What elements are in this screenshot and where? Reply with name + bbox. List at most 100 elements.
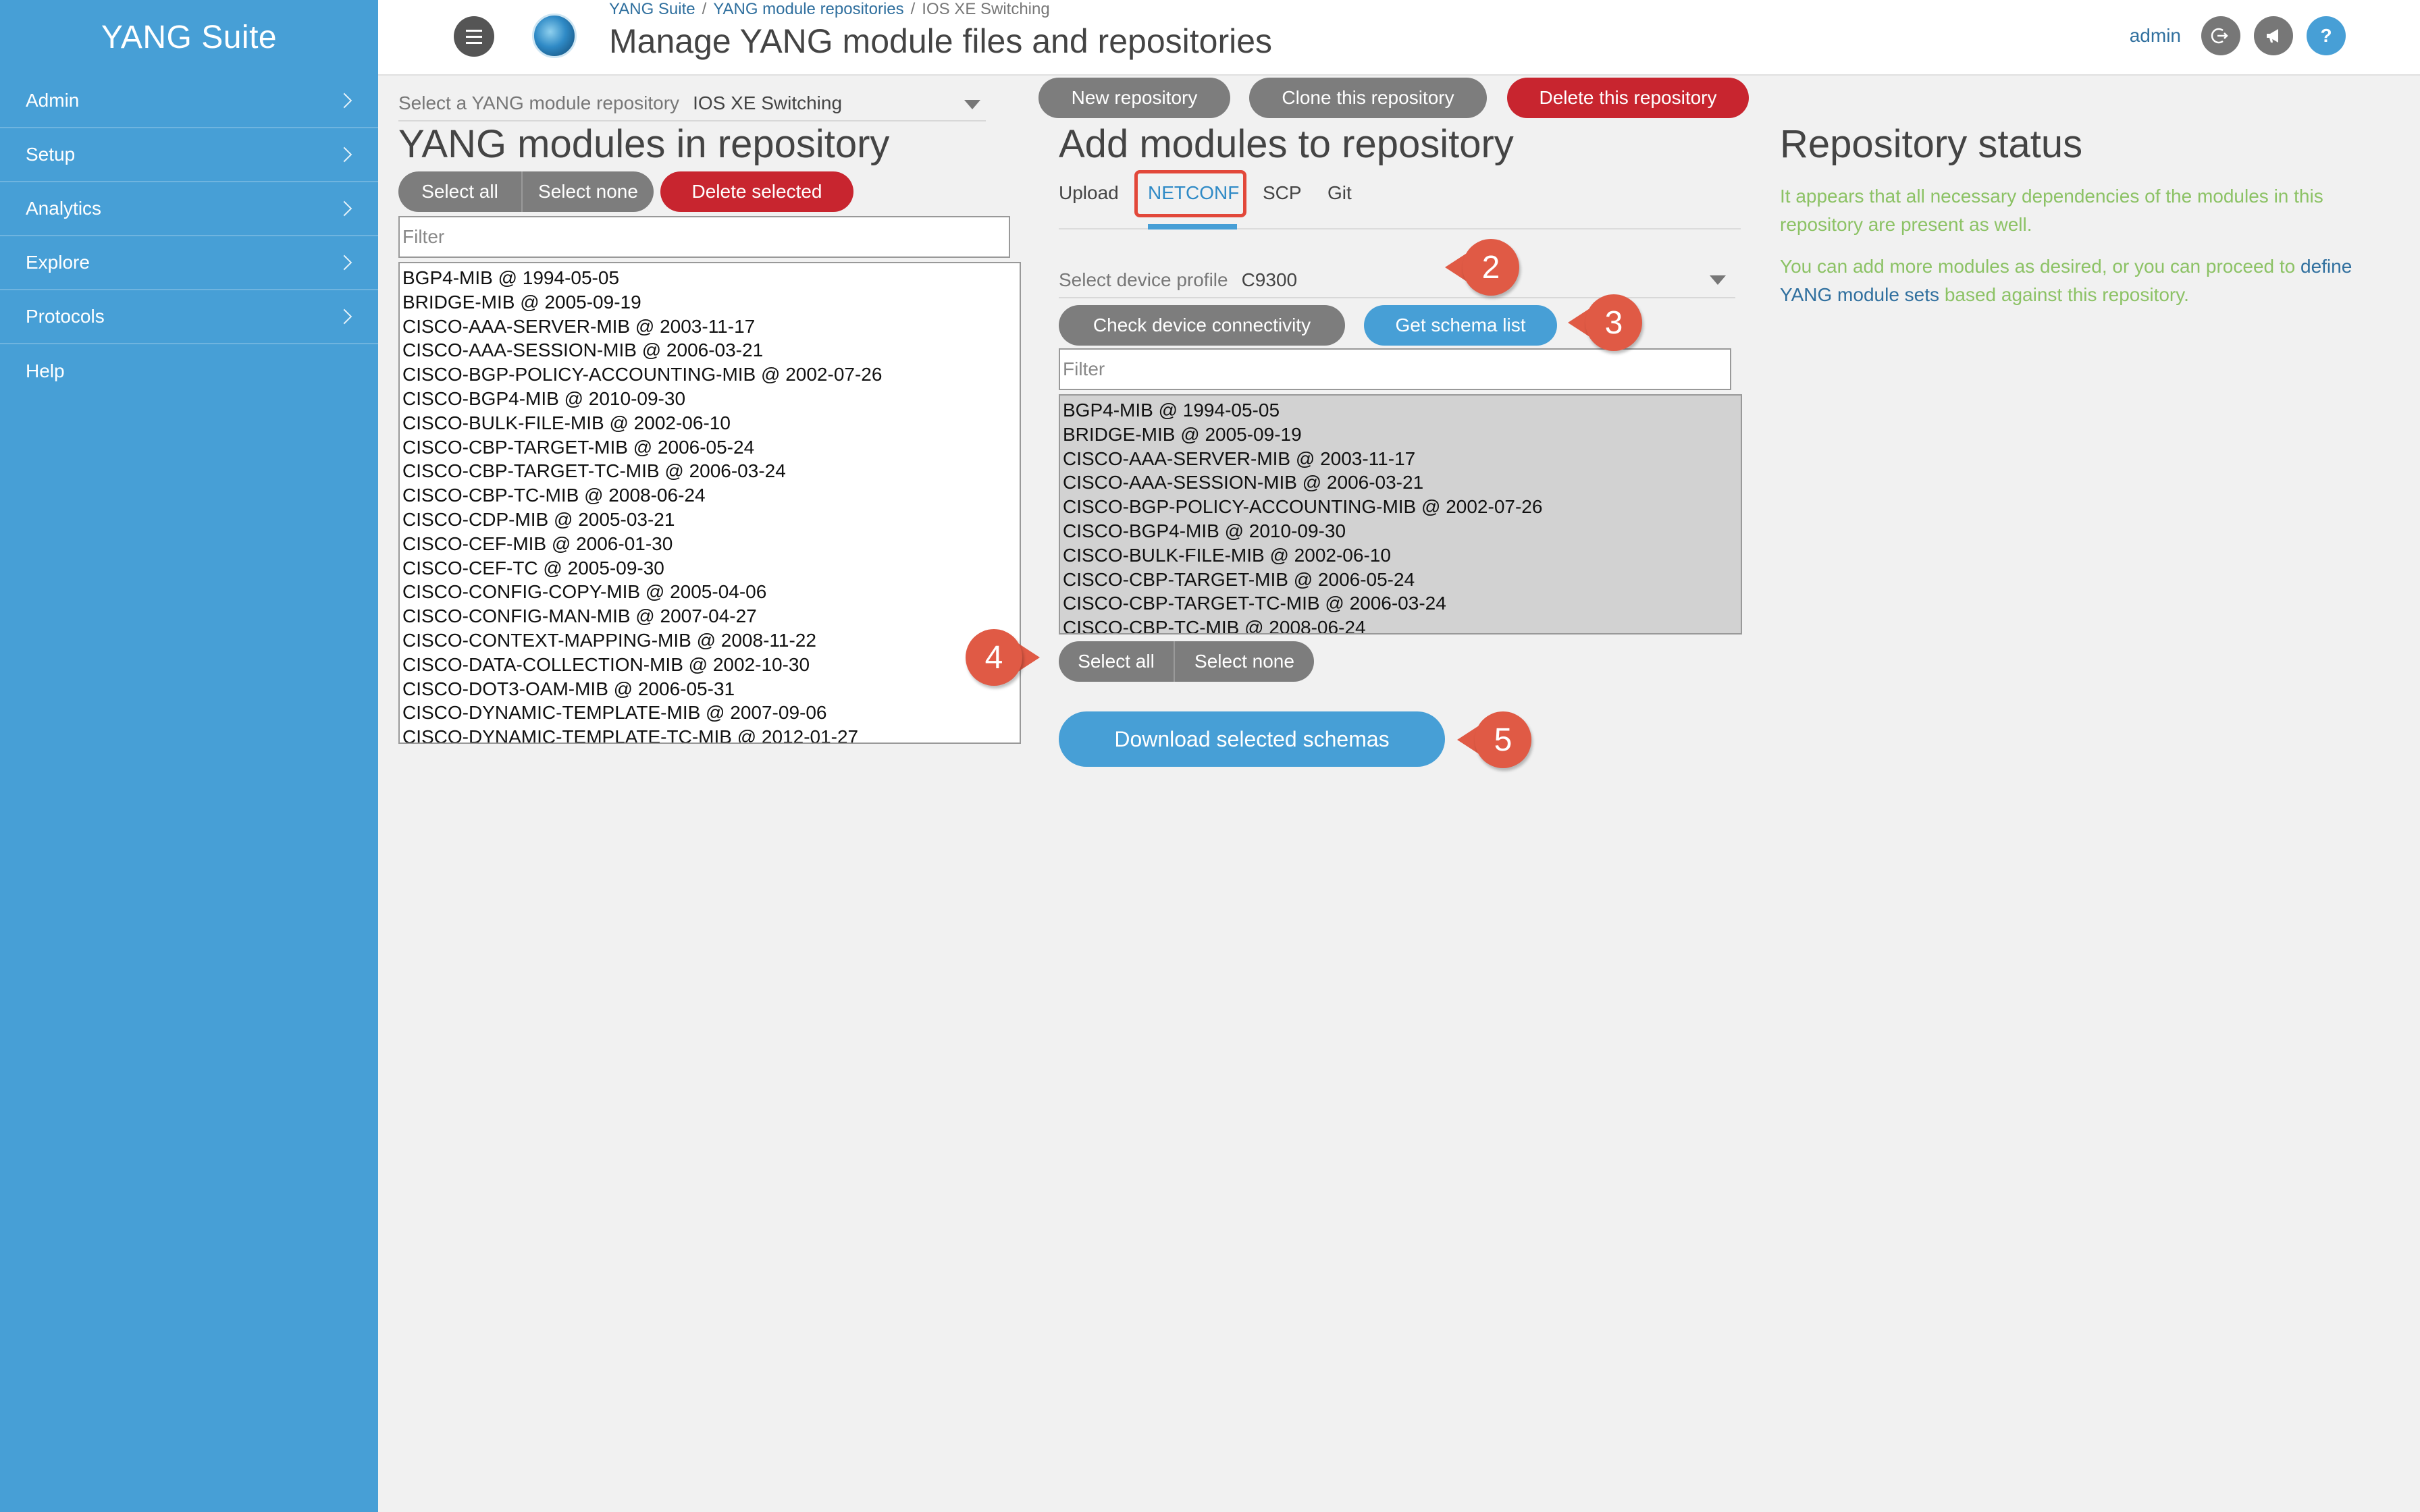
caret-down-icon — [1710, 275, 1726, 285]
breadcrumb-repositories[interactable]: YANG module repositories — [713, 0, 903, 18]
tab-git[interactable]: Git — [1327, 182, 1352, 204]
tab-scp[interactable]: SCP — [1263, 182, 1302, 204]
callout-number: 5 — [1494, 722, 1512, 758]
check-connectivity-button[interactable]: Check device connectivity — [1059, 305, 1345, 346]
schema-select-all-button[interactable]: Select all — [1059, 641, 1174, 682]
megaphone-icon[interactable] — [2254, 16, 2293, 55]
list-item[interactable]: CISCO-BGP-POLICY-ACCOUNTING-MIB @ 2002-0… — [400, 362, 1020, 387]
list-item[interactable]: CISCO-AAA-SERVER-MIB @ 2003-11-17 — [400, 315, 1020, 339]
list-item[interactable]: CISCO-DATA-COLLECTION-MIB @ 2002-10-30 — [400, 653, 1020, 677]
clone-repository-button[interactable]: Clone this repository — [1249, 78, 1487, 118]
list-item[interactable]: CISCO-CBP-TARGET-TC-MIB @ 2006-03-24 — [400, 459, 1020, 483]
chevron-right-icon — [336, 254, 352, 271]
sidebar-item-protocols[interactable]: Protocols — [0, 290, 378, 344]
list-item[interactable]: BRIDGE-MIB @ 2005-09-19 — [1060, 423, 1741, 447]
yang-suite-logo — [532, 14, 577, 58]
status-message: It appears that all necessary dependenci… — [1780, 186, 2323, 235]
list-item[interactable]: CISCO-BULK-FILE-MIB @ 2002-06-10 — [1060, 543, 1741, 568]
list-item[interactable]: CISCO-CDP-MIB @ 2005-03-21 — [400, 508, 1020, 532]
list-item[interactable]: BRIDGE-MIB @ 2005-09-19 — [400, 290, 1020, 315]
repo-select-all-button[interactable]: Select all — [398, 171, 521, 212]
status-next-steps-tail: based against this repository. — [1944, 284, 2189, 305]
repository-select[interactable]: Select a YANG module repository IOS XE S… — [398, 86, 986, 122]
sidebar-item-analytics[interactable]: Analytics — [0, 182, 378, 236]
list-item[interactable]: CISCO-BGP4-MIB @ 2010-09-30 — [400, 387, 1020, 411]
chevron-right-icon — [336, 200, 352, 217]
list-item[interactable]: CISCO-DYNAMIC-TEMPLATE-TC-MIB @ 2012-01-… — [400, 725, 1020, 742]
breadcrumb-yang-suite[interactable]: YANG Suite — [609, 0, 695, 18]
callout-3: 3 — [1568, 294, 1642, 351]
list-item[interactable]: CISCO-CBP-TC-MIB @ 2008-06-24 — [400, 483, 1020, 508]
list-item[interactable]: CISCO-BGP-POLICY-ACCOUNTING-MIB @ 2002-0… — [1060, 495, 1741, 519]
sidebar-item-label: Explore — [26, 252, 90, 273]
list-item[interactable]: CISCO-CONFIG-MAN-MIB @ 2007-04-27 — [400, 604, 1020, 628]
repository-status-title: Repository status — [1780, 122, 2083, 166]
list-item[interactable]: CISCO-BGP4-MIB @ 2010-09-30 — [1060, 519, 1741, 543]
repo-select-toggle-group: Select all Select none — [398, 171, 654, 212]
repository-module-list[interactable]: BGP4-MIB @ 1994-05-05 BRIDGE-MIB @ 2005-… — [398, 262, 1021, 744]
sidebar-item-admin[interactable]: Admin — [0, 74, 378, 128]
download-schemas-button[interactable]: Download selected schemas — [1059, 711, 1445, 767]
sidebar-item-label: Protocols — [26, 306, 105, 327]
list-item[interactable]: CISCO-CEF-MIB @ 2006-01-30 — [400, 532, 1020, 556]
active-tab-indicator — [1148, 224, 1237, 230]
list-item[interactable]: CISCO-CBP-TARGET-MIB @ 2006-05-24 — [400, 435, 1020, 460]
add-modules-title: Add modules to repository — [1059, 122, 1514, 166]
schema-filter-input[interactable] — [1059, 348, 1731, 390]
delete-selected-button[interactable]: Delete selected — [660, 171, 853, 212]
sidebar-item-help[interactable]: Help — [0, 344, 378, 398]
callout-number: 2 — [1481, 249, 1500, 286]
sidebar-item-label: Setup — [26, 144, 76, 165]
list-item[interactable]: CISCO-AAA-SESSION-MIB @ 2006-03-21 — [400, 338, 1020, 362]
list-item[interactable]: CISCO-CBP-TARGET-TC-MIB @ 2006-03-24 — [1060, 591, 1741, 616]
list-item[interactable]: CISCO-CBP-TARGET-MIB @ 2006-05-24 — [1060, 568, 1741, 592]
sidebar-item-explore[interactable]: Explore — [0, 236, 378, 290]
repo-select-none-button[interactable]: Select none — [521, 171, 654, 212]
help-icon[interactable]: ? — [2307, 16, 2346, 55]
list-item[interactable]: CISCO-CBP-TC-MIB @ 2008-06-24 — [1060, 616, 1741, 633]
repository-select-label: Select a YANG module repository — [398, 92, 680, 113]
list-item[interactable]: CISCO-CONTEXT-MAPPING-MIB @ 2008-11-22 — [400, 628, 1020, 653]
breadcrumb-separator: / — [702, 0, 707, 18]
list-item[interactable]: CISCO-AAA-SERVER-MIB @ 2003-11-17 — [1060, 447, 1741, 471]
chevron-right-icon — [336, 92, 352, 109]
breadcrumb-separator: / — [910, 0, 916, 18]
schema-list[interactable]: BGP4-MIB @ 1994-05-05 BRIDGE-MIB @ 2005-… — [1059, 394, 1742, 634]
tab-upload[interactable]: Upload — [1059, 182, 1119, 204]
list-item[interactable]: CISCO-DOT3-OAM-MIB @ 2006-05-31 — [400, 677, 1020, 701]
sidebar-item-label: Help — [26, 360, 65, 381]
schema-select-none-button[interactable]: Select none — [1174, 641, 1314, 682]
chevron-right-icon — [336, 308, 352, 325]
list-item[interactable]: CISCO-BULK-FILE-MIB @ 2002-06-10 — [400, 411, 1020, 435]
device-profile-select[interactable]: Select device profile C9300 — [1059, 263, 1735, 298]
hamburger-menu-button[interactable] — [454, 16, 494, 57]
sidebar-item-setup[interactable]: Setup — [0, 128, 378, 182]
device-profile-label: Select device profile — [1059, 269, 1228, 290]
repository-modules-title: YANG modules in repository — [398, 122, 890, 166]
list-item[interactable]: CISCO-CONFIG-COPY-MIB @ 2005-04-06 — [400, 580, 1020, 604]
caret-down-icon — [964, 100, 980, 109]
status-next-steps: You can add more modules as desired, or … — [1780, 252, 2361, 309]
user-name[interactable]: admin — [2130, 25, 2181, 47]
sidebar-item-label: Admin — [26, 90, 80, 111]
repository-select-value: IOS XE Switching — [693, 92, 843, 113]
delete-repository-button[interactable]: Delete this repository — [1507, 78, 1749, 118]
callout-2: 2 — [1445, 239, 1519, 296]
list-item[interactable]: BGP4-MIB @ 1994-05-05 — [400, 266, 1020, 290]
get-schema-list-button[interactable]: Get schema list — [1364, 305, 1557, 346]
list-item[interactable]: CISCO-DYNAMIC-TEMPLATE-MIB @ 2007-09-06 — [400, 701, 1020, 725]
page-title: Manage YANG module files and repositorie… — [609, 22, 1273, 60]
chevron-right-icon — [336, 146, 352, 163]
list-item[interactable]: CISCO-CEF-TC @ 2005-09-30 — [400, 556, 1020, 580]
logout-icon[interactable] — [2201, 16, 2240, 55]
list-item[interactable]: CISCO-AAA-SESSION-MIB @ 2006-03-21 — [1060, 470, 1741, 495]
brand-title[interactable]: YANG Suite — [0, 0, 378, 74]
breadcrumb-current: IOS XE Switching — [922, 0, 1050, 18]
repository-filter-input[interactable] — [398, 216, 1010, 258]
new-repository-button[interactable]: New repository — [1038, 78, 1230, 118]
sidebar: YANG Suite Admin Setup Analytics Explore… — [0, 0, 378, 1512]
list-item[interactable]: BGP4-MIB @ 1994-05-05 — [1060, 398, 1741, 423]
hamburger-icon — [466, 28, 482, 46]
callout-number: 4 — [984, 639, 1003, 676]
repository-status-text: It appears that all necessary dependenci… — [1780, 182, 2361, 323]
